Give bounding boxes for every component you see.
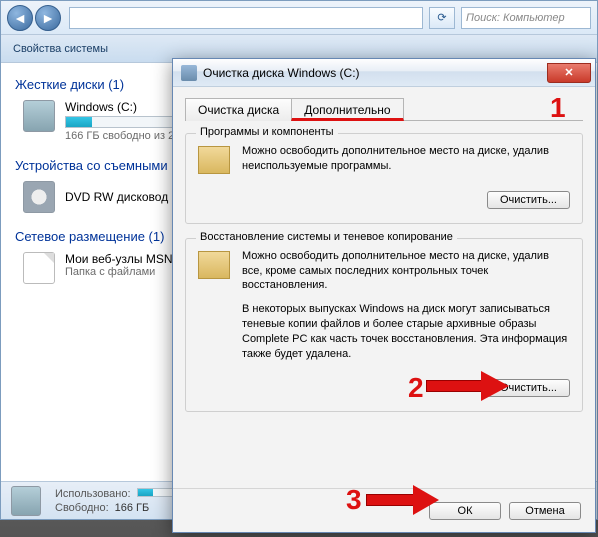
tab-disk-cleanup[interactable]: Очистка диска — [185, 98, 292, 121]
group-legend: Программы и компоненты — [196, 126, 338, 138]
hard-drive-icon — [23, 100, 55, 132]
disk-cleanup-dialog: Очистка диска Windows (C:) ✕ Очистка дис… — [172, 58, 596, 533]
refresh-button[interactable]: ⟳ — [429, 7, 455, 29]
group-legend: Восстановление системы и теневое копиров… — [196, 231, 457, 243]
group-text: Можно освободить дополнительное место на… — [242, 144, 570, 174]
free-value: 166 ГБ — [115, 502, 150, 514]
system-properties-link[interactable]: Свойства системы — [13, 43, 108, 55]
programs-icon — [198, 146, 230, 174]
restore-icon — [198, 251, 230, 279]
dialog-titlebar[interactable]: Очистка диска Windows (C:) ✕ — [173, 59, 595, 87]
clean-restore-button[interactable]: Очистить... — [487, 379, 570, 397]
group-programs: Программы и компоненты Можно освободить … — [185, 133, 583, 224]
tab-strip: Очистка диска Дополнительно — [185, 97, 583, 121]
group-text-2: В некоторых выпусках Windows на диск мог… — [242, 302, 570, 361]
status-drive-icon — [11, 486, 41, 516]
back-button[interactable]: ◄ — [7, 5, 33, 31]
dialog-icon — [181, 65, 197, 81]
group-text-1: Можно освободить дополнительное место на… — [242, 249, 570, 294]
network-sub: Папка с файлами — [65, 266, 172, 278]
ok-button[interactable]: ОК — [429, 502, 501, 520]
free-label: Свободно: — [55, 502, 109, 514]
tab-label: Дополнительно — [304, 103, 390, 117]
close-icon: ✕ — [564, 66, 573, 79]
cancel-button[interactable]: Отмена — [509, 502, 581, 520]
tab-label: Очистка диска — [198, 103, 279, 117]
close-button[interactable]: ✕ — [547, 63, 591, 83]
used-label: Использовано: — [55, 488, 131, 500]
dialog-footer: ОК Отмена — [173, 488, 595, 532]
group-restore: Восстановление системы и теневое копиров… — [185, 238, 583, 412]
dialog-title: Очистка диска Windows (C:) — [203, 66, 547, 80]
search-box[interactable]: Поиск: Компьютер — [461, 7, 591, 29]
dialog-body: Очистка диска Дополнительно Программы и … — [173, 87, 595, 436]
address-bar[interactable] — [69, 7, 423, 29]
network-title: Мои веб-узлы MSN — [65, 252, 172, 266]
dvd-drive-icon — [23, 181, 55, 213]
search-placeholder: Поиск: Компьютер — [466, 12, 565, 24]
tab-more-options[interactable]: Дополнительно — [291, 98, 403, 121]
explorer-toolbar: ◄ ► ⟳ Поиск: Компьютер — [1, 1, 597, 35]
folder-icon — [23, 252, 55, 284]
forward-button[interactable]: ► — [35, 5, 61, 31]
clean-programs-button[interactable]: Очистить... — [487, 191, 570, 209]
